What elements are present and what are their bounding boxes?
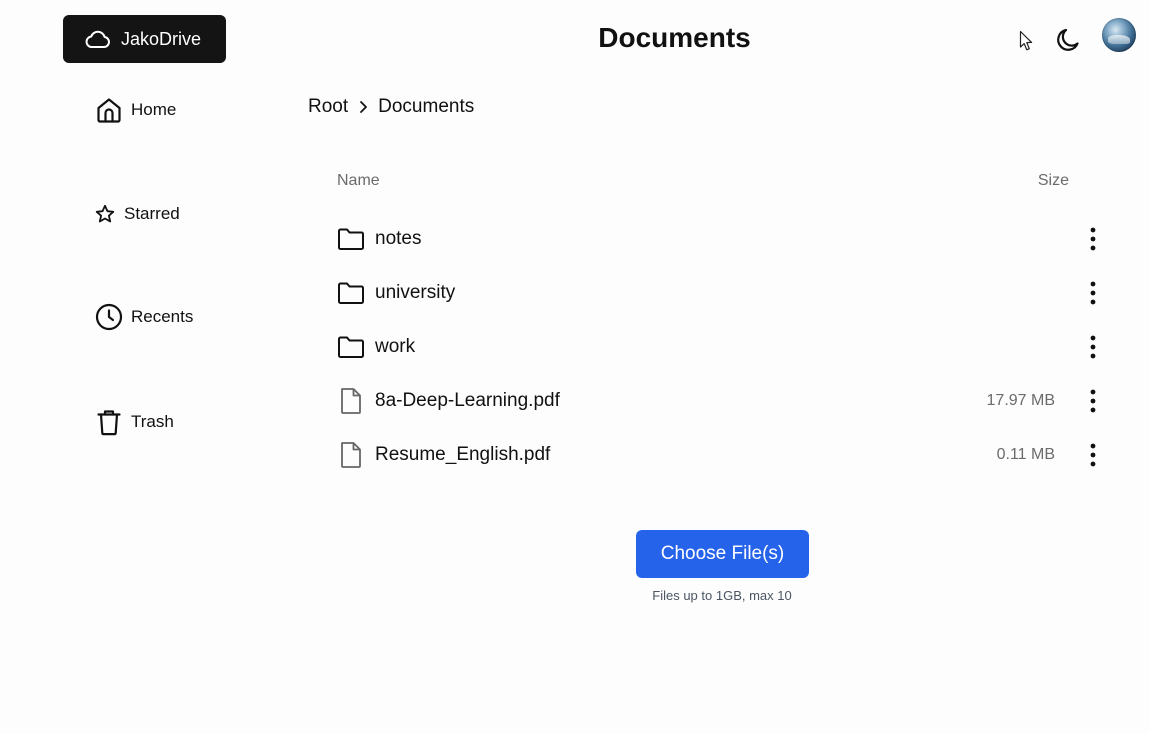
- folder-icon: [337, 279, 365, 307]
- file-size: 17.97 MB: [986, 392, 1055, 409]
- file-name: Resume_English.pdf: [375, 444, 551, 465]
- user-avatar[interactable]: [1102, 18, 1136, 52]
- more-options-icon[interactable]: [1081, 224, 1105, 254]
- sidebar-item-trash[interactable]: Trash: [95, 408, 174, 436]
- column-header-size[interactable]: Size: [1038, 172, 1069, 190]
- upload-hint: Files up to 1GB, max 10: [652, 588, 792, 603]
- breadcrumb-current[interactable]: Documents: [378, 96, 474, 118]
- file-size: 0.11 MB: [996, 446, 1055, 463]
- column-header-name[interactable]: Name: [337, 172, 380, 190]
- trash-icon: [95, 408, 123, 436]
- file-name: 8a-Deep-Learning.pdf: [375, 390, 560, 411]
- brand-logo[interactable]: JakoDrive: [63, 15, 226, 63]
- sidebar: JakoDrive Home Starred Recents Trash: [0, 0, 260, 734]
- table-row[interactable]: work: [337, 327, 1107, 367]
- sidebar-item-label: Home: [131, 100, 177, 119]
- table-row[interactable]: notes: [337, 219, 1107, 259]
- sidebar-item-label: Trash: [131, 412, 174, 431]
- table-row[interactable]: Resume_English.pdf 0.11 MB: [337, 435, 1107, 475]
- app-root: JakoDrive Home Starred Recents Trash Doc…: [0, 0, 1149, 734]
- cloud-icon: [85, 30, 110, 48]
- star-icon: [95, 204, 115, 224]
- chevron-right-icon: [358, 100, 368, 114]
- file-table-header: Name Size: [337, 172, 1069, 190]
- folder-icon: [337, 333, 365, 361]
- choose-files-button[interactable]: Choose File(s): [636, 530, 809, 578]
- folder-icon: [337, 225, 365, 253]
- more-options-icon[interactable]: [1081, 440, 1105, 470]
- file-name: university: [375, 282, 456, 303]
- more-options-icon[interactable]: [1081, 278, 1105, 308]
- file-name: work: [375, 336, 416, 357]
- file-icon: [337, 387, 365, 415]
- table-row[interactable]: university: [337, 273, 1107, 313]
- brand-name: JakoDrive: [121, 28, 202, 49]
- breadcrumb: Root Documents: [308, 96, 474, 118]
- theme-toggle-button[interactable]: [1055, 26, 1083, 54]
- sidebar-item-home[interactable]: Home: [95, 96, 176, 124]
- sidebar-item-recents[interactable]: Recents: [95, 303, 193, 331]
- sidebar-item-label: Recents: [131, 307, 194, 326]
- moon-icon: [1057, 28, 1079, 51]
- sidebar-item-starred[interactable]: Starred: [95, 204, 180, 224]
- sidebar-item-label: Starred: [124, 204, 180, 223]
- clock-icon: [95, 303, 123, 331]
- table-row[interactable]: 8a-Deep-Learning.pdf 17.97 MB: [337, 381, 1107, 421]
- file-name: notes: [375, 228, 422, 249]
- home-icon: [95, 96, 123, 124]
- mouse-cursor-icon: [1019, 30, 1033, 51]
- more-options-icon[interactable]: [1081, 386, 1105, 416]
- breadcrumb-root[interactable]: Root: [308, 96, 348, 118]
- more-options-icon[interactable]: [1081, 332, 1105, 362]
- file-icon: [337, 441, 365, 469]
